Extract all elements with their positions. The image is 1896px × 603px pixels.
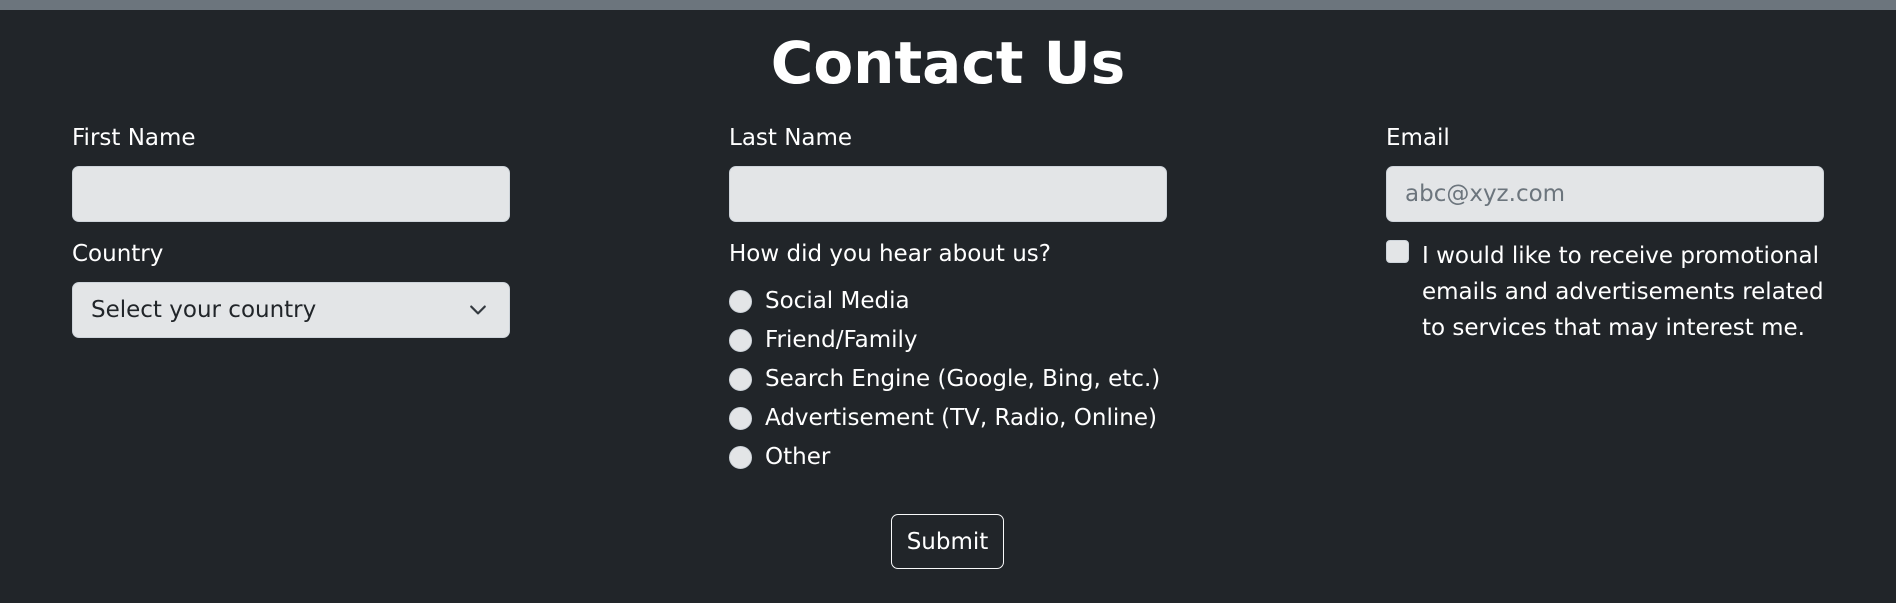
radio-button[interactable] — [729, 328, 752, 352]
first-name-input[interactable] — [72, 166, 510, 222]
radio-button[interactable] — [729, 445, 752, 469]
radio-button[interactable] — [729, 406, 752, 430]
referral-question: How did you hear about us? — [729, 241, 1051, 267]
consent-label: I would like to receive promotional emai… — [1422, 243, 1824, 341]
radio-label: Social Media — [765, 288, 910, 314]
radio-option-other[interactable]: Other — [729, 440, 830, 474]
last-name-input[interactable] — [729, 166, 1167, 222]
email-label: Email — [1386, 125, 1450, 151]
top-bar — [0, 0, 1896, 10]
first-name-label: First Name — [72, 125, 196, 151]
radio-label: Friend/Family — [765, 327, 918, 353]
consent-checkbox[interactable] — [1386, 240, 1409, 263]
country-select[interactable]: Select your country — [72, 282, 510, 338]
radio-button[interactable] — [729, 367, 752, 391]
country-select-value: Select your country — [91, 297, 317, 323]
radio-option-advertisement[interactable]: Advertisement (TV, Radio, Online) — [729, 401, 1157, 435]
country-label: Country — [72, 241, 164, 267]
radio-label: Other — [765, 444, 831, 470]
radio-option-social-media[interactable]: Social Media — [729, 284, 910, 318]
page-title: Contact Us — [770, 29, 1126, 97]
radio-option-search-engine[interactable]: Search Engine (Google, Bing, etc.) — [729, 362, 1160, 396]
radio-label: Search Engine (Google, Bing, etc.) — [765, 366, 1161, 392]
radio-label: Advertisement (TV, Radio, Online) — [765, 405, 1157, 431]
radio-button[interactable] — [729, 289, 752, 313]
chevron-down-icon — [470, 305, 486, 315]
submit-button[interactable]: Submit — [891, 514, 1004, 569]
email-input[interactable] — [1386, 166, 1824, 222]
radio-option-friend-family[interactable]: Friend/Family — [729, 323, 918, 357]
last-name-label: Last Name — [729, 125, 853, 151]
